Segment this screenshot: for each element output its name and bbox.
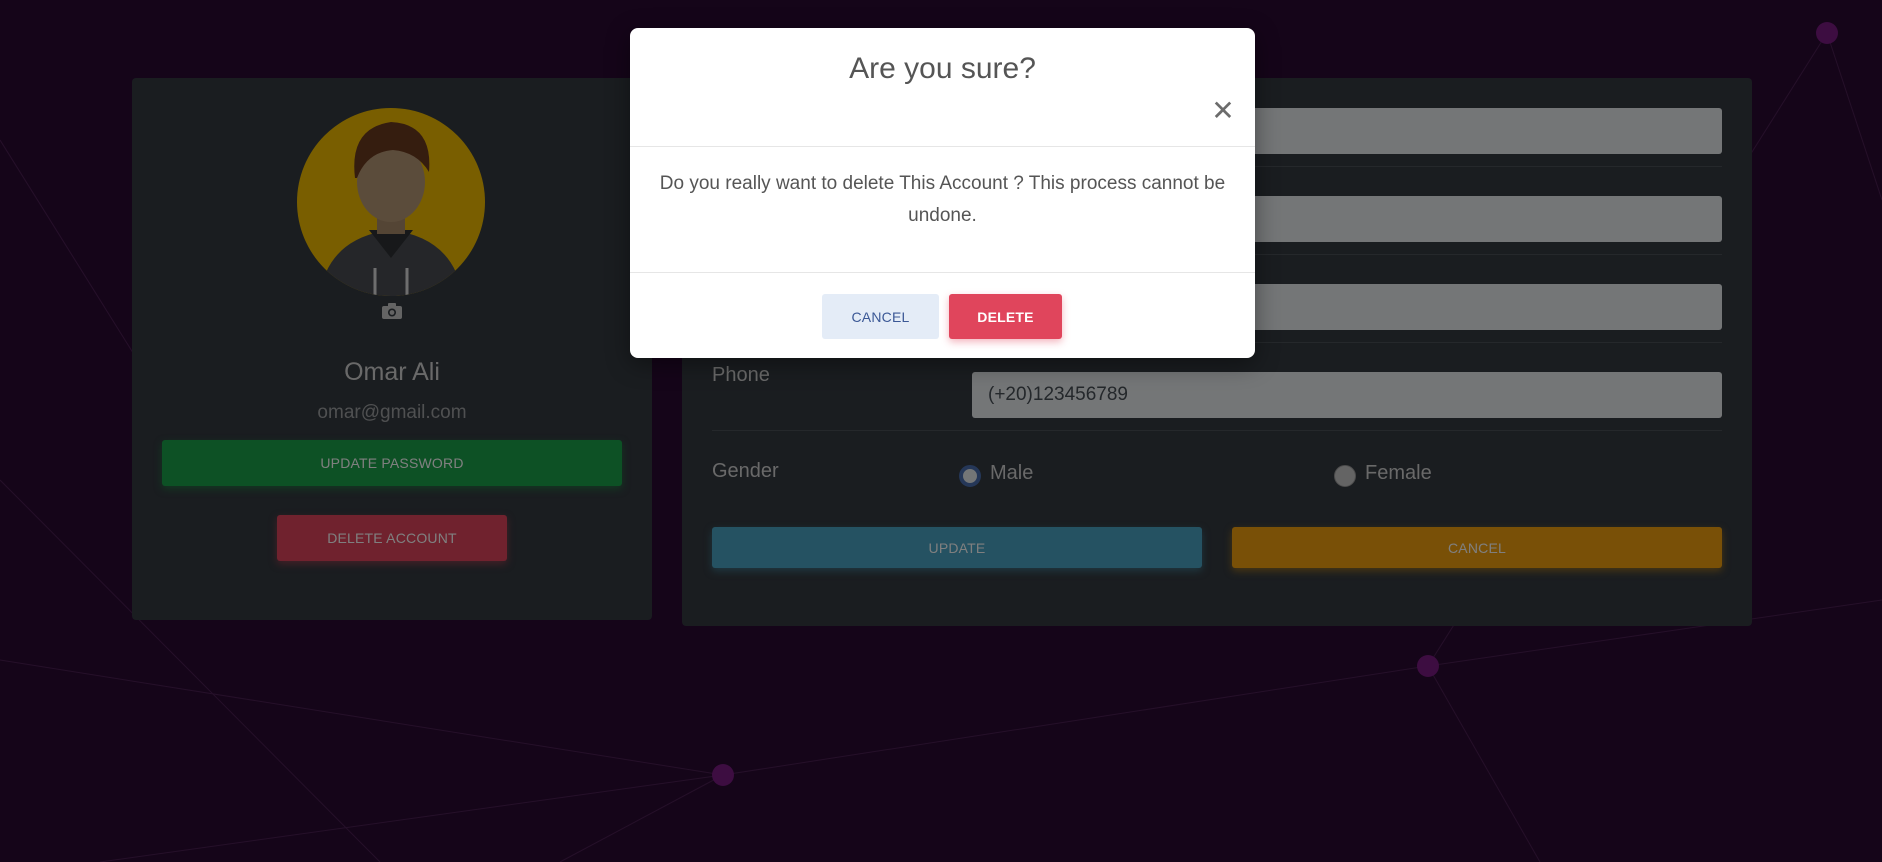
modal-title: Are you sure?	[849, 52, 1036, 85]
modal-divider	[630, 146, 1255, 147]
delete-confirmation-modal: Are you sure? ✕ Do you really want to de…	[630, 28, 1255, 358]
modal-divider	[630, 272, 1255, 273]
modal-cancel-button[interactable]: CANCEL	[822, 294, 939, 339]
close-icon[interactable]: ✕	[1208, 96, 1238, 126]
modal-message: Do you really want to delete This Accoun…	[659, 173, 1226, 226]
modal-delete-button[interactable]: DELETE	[949, 294, 1062, 339]
